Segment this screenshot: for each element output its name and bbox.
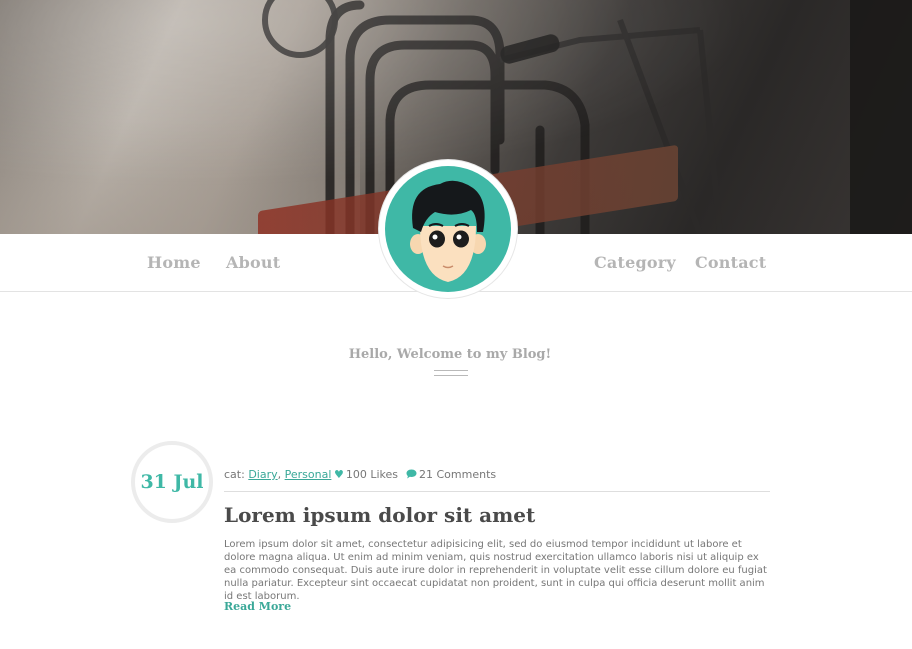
nav-category-link[interactable]: Category — [594, 253, 676, 272]
avatar[interactable] — [379, 160, 517, 298]
nav-home-link[interactable]: Home — [147, 253, 201, 272]
post-excerpt: Lorem ipsum dolor sit amet, consectetur … — [224, 539, 767, 602]
read-more-link[interactable]: Read More — [224, 600, 291, 613]
comments-count[interactable]: 21 Comments — [406, 468, 496, 481]
welcome-divider — [434, 370, 468, 376]
post-date: 31 Jul — [140, 471, 204, 493]
post-meta: cat: Diary, Personal ♥ 100 Likes 21 Comme… — [224, 468, 497, 481]
likes-label: 100 Likes — [345, 468, 399, 481]
welcome-heading: Hello, Welcome to my Blog! — [348, 347, 552, 362]
likes-count[interactable]: ♥ 100 Likes — [334, 468, 398, 481]
nav-about-link[interactable]: About — [226, 253, 280, 272]
post-date-badge: 31 Jul — [131, 441, 213, 523]
cartoon-face-avatar-icon — [385, 166, 511, 292]
category-link-personal[interactable]: Personal — [285, 468, 332, 481]
post-title[interactable]: Lorem ipsum dolor sit amet — [224, 503, 535, 527]
category-prefix: cat: — [224, 468, 245, 481]
post-meta-divider — [224, 491, 770, 492]
comment-icon — [406, 468, 417, 481]
heart-icon: ♥ — [334, 468, 344, 481]
nav-contact-link[interactable]: Contact — [695, 253, 766, 272]
category-link-diary[interactable]: Diary — [248, 468, 277, 481]
comments-label: 21 Comments — [419, 468, 497, 481]
